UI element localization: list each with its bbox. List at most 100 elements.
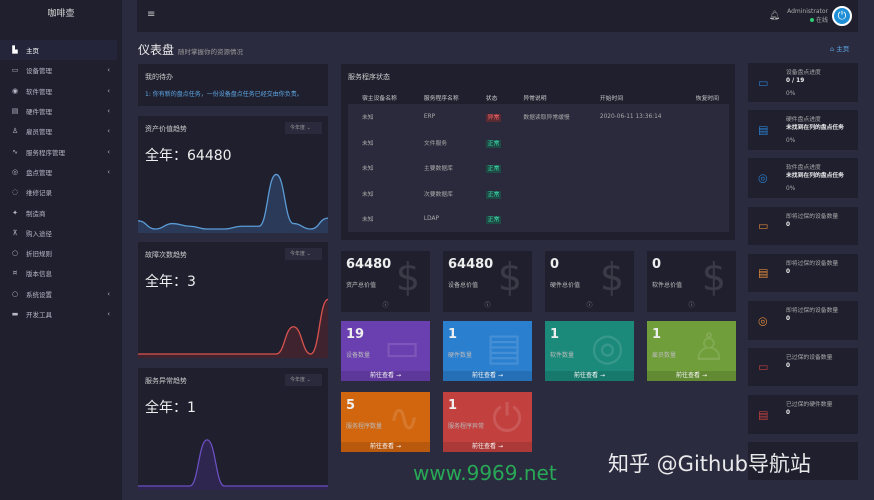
chevron-left-icon: ‹ (107, 289, 110, 298)
period-select-value: 今年度 (290, 251, 306, 257)
sidebar-item[interactable]: ▤ 硬件管理 ‹ (0, 101, 122, 121)
sidebar-item[interactable]: ◌ 维修记录 (0, 182, 122, 202)
cell-end (681, 206, 729, 232)
value-number: 64480 (448, 257, 494, 272)
column-header: 异常说明 (523, 95, 547, 102)
view-more-link[interactable]: 前往查看 → (341, 442, 430, 452)
info-icon[interactable]: ⓘ (341, 300, 430, 309)
status-badge: 正常 (485, 190, 502, 199)
sidebar-item[interactable]: ¤ 版本信息 (0, 263, 122, 283)
user-info[interactable]: Administrator 在线 (787, 7, 828, 25)
trend-card: 资产价值趋势 今年度 ⌄ 全年：64480 (138, 116, 328, 233)
keyboard-icon: ▬ (11, 310, 19, 318)
sidebar-item-label: 服务程序管理 (26, 148, 65, 157)
dashboard-icon: ▙ (12, 46, 18, 55)
topbar: ≡ 🔔︎ Administrator 在线 ⏻ (137, 0, 858, 32)
count-card: ⏻ 1 服务程序异常 前往查看 → (443, 392, 532, 452)
breadcrumb-home[interactable]: 主页 (836, 45, 849, 53)
sidebar-item[interactable]: ✦ 制造商 (0, 202, 122, 222)
sidebar-item[interactable]: ⊼ 购入途径 (0, 223, 122, 243)
cell-start (585, 206, 682, 232)
summary-card: ▭ 已过保的设备数量 0 (748, 348, 858, 386)
info-icon[interactable]: ⓘ (545, 300, 634, 309)
sidebar-item[interactable]: ▬ 开发工具 ‹ (0, 304, 122, 324)
table-row[interactable]: 未知 文件服务 正常 (348, 129, 729, 155)
sidebar-item[interactable]: ∿ 服务程序管理 ‹ (0, 141, 122, 161)
activity-icon: ∿ (388, 396, 420, 440)
activity-icon: ∿ (12, 147, 18, 156)
cell-host: 未知 (348, 104, 410, 130)
watermark-site: www.9969.net (413, 461, 557, 485)
value-card: $0 硬件总价值 ⓘ (545, 251, 634, 312)
sidebar-item[interactable]: ♙ 雇员管理 ‹ (0, 121, 122, 141)
view-more-link[interactable]: 前往查看 → (545, 371, 634, 381)
page-subtitle: 随时掌握你的资源情况 (178, 48, 244, 56)
cell-status: 正常 (471, 206, 510, 232)
monitor-icon: ▭ (758, 219, 769, 233)
shield-icon: ◌ (11, 188, 19, 197)
trend-card: 故障次数趋势 今年度 ⌄ 全年：3 (138, 242, 328, 358)
sidebar-item-label: 购入途径 (26, 229, 52, 238)
chevron-left-icon: ‹ (107, 86, 110, 95)
status-badge: 正常 (485, 139, 502, 148)
service-status-title: 服务程序状态 (348, 73, 390, 81)
sidebar-item[interactable]: ◉ 软件管理 ‹ (0, 81, 122, 101)
summary-value: 0 (786, 222, 791, 228)
sidebar-item[interactable]: ○ 系统设置 ‹ (0, 284, 122, 304)
count-card: ∿ 5 服务程序数量 前往查看 → (341, 392, 430, 452)
trend-title: 服务异常趋势 (145, 377, 187, 385)
status-badge: 正常 (485, 165, 502, 174)
period-select[interactable]: 今年度 ⌄ (285, 374, 322, 386)
table-row[interactable]: 未知 LDAP 正常 (348, 206, 729, 232)
disc-icon: ◎ (758, 171, 768, 185)
summary-title: 已过保的设备数量 (786, 355, 833, 361)
todo-item[interactable]: 1: 你有新的盘点任务，一份设备盘点任务已经交由你负责。 (145, 89, 303, 98)
trend-chart (138, 439, 328, 490)
status-badge: 异常 (485, 114, 502, 123)
period-select[interactable]: 今年度 ⌄ (285, 248, 322, 260)
sidebar-item-label: 主页 (26, 47, 39, 56)
view-more-link[interactable]: 前往查看 → (443, 371, 532, 381)
trend-line (138, 173, 328, 230)
sidebar-item-label: 折旧规则 (26, 250, 52, 259)
value-number: 0 (550, 257, 560, 272)
trend-card: 服务异常趋势 今年度 ⌄ 全年：1 (138, 368, 328, 490)
trend-chart (138, 173, 328, 233)
sidebar-item-label: 维修记录 (26, 189, 52, 198)
disc-icon: ◎ (758, 314, 768, 327)
cell-name: 文件服务 (409, 129, 472, 155)
view-more-link[interactable]: 前往查看 → (443, 442, 532, 452)
summary-progress: 0% (786, 138, 796, 144)
server-icon: ▤ (758, 408, 769, 421)
sidebar-item[interactable]: ▭ 设备管理 ‹ (0, 60, 122, 80)
sidebar-item[interactable]: ○ 折旧规则 (0, 243, 122, 263)
chevron-left-icon: ‹ (107, 66, 110, 75)
sidebar-item[interactable]: ▙ 主页 (0, 40, 117, 61)
info-icon[interactable]: ⓘ (647, 300, 736, 309)
column-header: 恢复时间 (695, 95, 719, 102)
sidebar-item[interactable]: ◎ 盘点管理 ‹ (0, 162, 122, 182)
cell-desc (509, 206, 586, 232)
avatar[interactable]: ⏻ (832, 6, 852, 26)
cell-name: LDAP (409, 206, 472, 232)
view-more-link[interactable]: 前往查看 → (341, 371, 430, 381)
cell-desc (509, 155, 586, 181)
breadcrumb[interactable]: ⌂ 主页 (830, 43, 849, 53)
summary-card: ◎ 软件盘点进度 未找到在列的盘点任务 0% (748, 158, 858, 198)
count-card: ▭ 19 设备数量 前往查看 → (341, 321, 430, 381)
table-row[interactable]: 未知 次要数据库 正常 (348, 180, 729, 206)
info-icon[interactable]: ⓘ (443, 300, 532, 309)
server-icon: ▤ (758, 123, 769, 137)
menu-toggle-icon[interactable]: ≡ (147, 9, 155, 20)
summary-card: ▭ 即将过保的设备数量 0 (748, 207, 858, 245)
table-row[interactable]: 未知 ERP 异常 数据读取异常缓慢 2020-06-11 13:36:14 (348, 104, 729, 130)
period-select[interactable]: 今年度 ⌄ (285, 122, 322, 134)
cell-status: 正常 (471, 129, 510, 155)
column-header: 服务程序名称 (423, 95, 459, 102)
summary-progress: 0% (786, 186, 796, 192)
table-row[interactable]: 未知 主要数据库 正常 (348, 155, 729, 181)
summary-card: ▭ 设备盘点进度 0 / 19 0% (748, 63, 858, 102)
bell-icon[interactable]: 🔔︎ (769, 11, 780, 21)
monitor-icon: ▭ (11, 66, 19, 75)
view-more-link[interactable]: 前往查看 → (647, 371, 736, 381)
